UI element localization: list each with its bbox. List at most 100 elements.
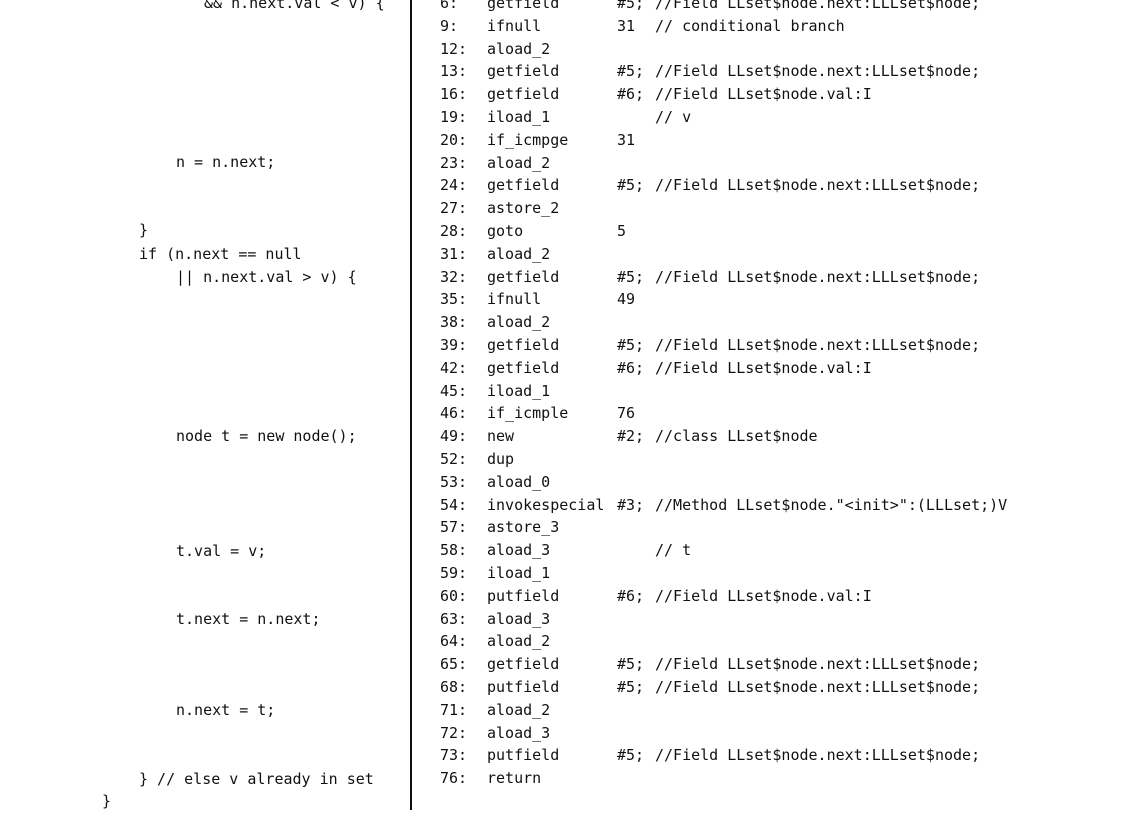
bytecode-offset: 60: bbox=[440, 586, 468, 605]
bytecode-offset: 19: bbox=[440, 108, 468, 126]
bytecode-offset: 42: bbox=[440, 358, 468, 377]
bytecode-offset: 16: bbox=[440, 85, 468, 104]
bytecode-opcode: new bbox=[487, 427, 515, 446]
bytecode-argument: 31 bbox=[617, 130, 636, 149]
bytecode-argument: #5; bbox=[617, 176, 645, 195]
bytecode-offset: 35: bbox=[440, 290, 468, 309]
source-line: n = n.next; bbox=[176, 153, 276, 171]
bytecode-comment: //Field LLset$node.val:I bbox=[655, 358, 872, 377]
bytecode-argument: 76 bbox=[617, 404, 636, 423]
bytecode-opcode: iload_1 bbox=[487, 381, 551, 400]
bytecode-comment: //Field LLset$node.next:LLLset$node; bbox=[655, 655, 981, 674]
bytecode-opcode: getfield bbox=[487, 336, 560, 354]
bytecode-opcode: aload_2 bbox=[487, 244, 551, 263]
bytecode-offset: 45: bbox=[440, 381, 468, 400]
bytecode-argument: #6; bbox=[617, 85, 645, 104]
bytecode-comment: // v bbox=[655, 108, 692, 126]
bytecode-opcode: iload_1 bbox=[487, 564, 551, 582]
bytecode-comment: //Method LLset$node."<init>":(LLLset;)V bbox=[655, 495, 1008, 514]
bytecode-opcode: getfield bbox=[487, 655, 560, 674]
bytecode-offset: 32: bbox=[440, 267, 468, 286]
bytecode-offset: 9: bbox=[440, 16, 459, 35]
bytecode-offset: 38: bbox=[440, 313, 468, 332]
bytecode-offset: 39: bbox=[440, 336, 468, 354]
bytecode-offset: 71: bbox=[440, 700, 468, 719]
bytecode-opcode: putfield bbox=[487, 586, 560, 605]
bytecode-comment: //Field LLset$node.next:LLLset$node; bbox=[655, 678, 981, 696]
bytecode-opcode: putfield bbox=[487, 746, 560, 765]
bytecode-offset: 65: bbox=[440, 655, 468, 674]
source-line: t.next = n.next; bbox=[176, 610, 321, 628]
bytecode-argument: #5; bbox=[617, 0, 645, 12]
bytecode-opcode: iload_1 bbox=[487, 108, 551, 126]
source-line: } bbox=[102, 792, 112, 810]
bytecode-offset: 46: bbox=[440, 404, 468, 423]
bytecode-opcode: aload_3 bbox=[487, 609, 551, 628]
bytecode-comment: //Field LLset$node.next:LLLset$node; bbox=[655, 0, 981, 12]
bytecode-argument: #5; bbox=[617, 62, 645, 81]
bytecode-argument: #5; bbox=[617, 746, 645, 765]
bytecode-offset: 53: bbox=[440, 472, 468, 491]
bytecode-offset: 23: bbox=[440, 153, 468, 172]
bytecode-offset: 73: bbox=[440, 746, 468, 765]
bytecode-opcode: getfield bbox=[487, 0, 560, 12]
bytecode-opcode: getfield bbox=[487, 176, 560, 195]
bytecode-offset: 72: bbox=[440, 723, 468, 742]
bytecode-offset: 27: bbox=[440, 199, 468, 218]
bytecode-comment: // t bbox=[655, 541, 692, 560]
bytecode-offset: 20: bbox=[440, 130, 468, 149]
bytecode-comment: //class LLset$node bbox=[655, 427, 818, 446]
bytecode-offset: 28: bbox=[440, 222, 468, 240]
bytecode-offset: 24: bbox=[440, 176, 468, 195]
source-line: t.val = v; bbox=[176, 542, 267, 560]
bytecode-argument: #5; bbox=[617, 655, 645, 674]
bytecode-opcode: aload_2 bbox=[487, 700, 551, 719]
bytecode-opcode: aload_3 bbox=[487, 541, 551, 560]
bytecode-argument: #5; bbox=[617, 336, 645, 354]
bytecode-argument: #3; bbox=[617, 495, 645, 514]
bytecode-opcode: aload_2 bbox=[487, 313, 551, 332]
bytecode-opcode: getfield bbox=[487, 62, 560, 81]
bytecode-opcode: dup bbox=[487, 450, 515, 468]
source-line: n.next = t; bbox=[176, 701, 276, 719]
column-divider bbox=[410, 0, 412, 810]
bytecode-opcode: aload_2 bbox=[487, 632, 551, 651]
source-line: if (n.next == null bbox=[139, 245, 302, 263]
bytecode-opcode: ifnull bbox=[487, 16, 542, 35]
source-line: node t = new node(); bbox=[176, 427, 357, 445]
bytecode-comment: //Field LLset$node.next:LLLset$node; bbox=[655, 746, 981, 765]
bytecode-opcode: goto bbox=[487, 222, 524, 240]
bytecode-comment: //Field LLset$node.next:LLLset$node; bbox=[655, 62, 981, 81]
bytecode-offset: 12: bbox=[440, 39, 468, 58]
bytecode-offset: 57: bbox=[440, 518, 468, 537]
bytecode-opcode: invokespecial bbox=[487, 495, 605, 514]
bytecode-offset: 49: bbox=[440, 427, 468, 446]
source-line: || n.next.val > v) { bbox=[176, 268, 357, 286]
bytecode-opcode: getfield bbox=[487, 85, 560, 104]
bytecode-opcode: astore_2 bbox=[487, 199, 560, 218]
bytecode-comment: //Field LLset$node.next:LLLset$node; bbox=[655, 336, 981, 354]
source-line: } // else v already in set bbox=[139, 770, 374, 788]
bytecode-offset: 64: bbox=[440, 632, 468, 651]
bytecode-offset: 59: bbox=[440, 564, 468, 582]
bytecode-opcode: if_icmple bbox=[487, 404, 569, 423]
bytecode-argument: #5; bbox=[617, 267, 645, 286]
bytecode-opcode: aload_0 bbox=[487, 472, 551, 491]
bytecode-comment: //Field LLset$node.val:I bbox=[655, 586, 872, 605]
bytecode-argument: #6; bbox=[617, 358, 645, 377]
bytecode-offset: 31: bbox=[440, 244, 468, 263]
bytecode-argument: #2; bbox=[617, 427, 645, 446]
source-line: } bbox=[139, 221, 149, 239]
bytecode-opcode: if_icmpge bbox=[487, 130, 569, 149]
bytecode-comment: //Field LLset$node.val:I bbox=[655, 85, 872, 104]
bytecode-opcode: aload_2 bbox=[487, 39, 551, 58]
bytecode-argument: 49 bbox=[617, 290, 636, 309]
bytecode-argument: #6; bbox=[617, 586, 645, 605]
bytecode-opcode: aload_3 bbox=[487, 723, 551, 742]
bytecode-argument: 31 bbox=[617, 16, 636, 35]
bytecode-opcode: return bbox=[487, 769, 542, 788]
bytecode-offset: 52: bbox=[440, 450, 468, 468]
bytecode-offset: 13: bbox=[440, 62, 468, 81]
bytecode-opcode: getfield bbox=[487, 358, 560, 377]
bytecode-comment: // conditional branch bbox=[655, 16, 845, 35]
